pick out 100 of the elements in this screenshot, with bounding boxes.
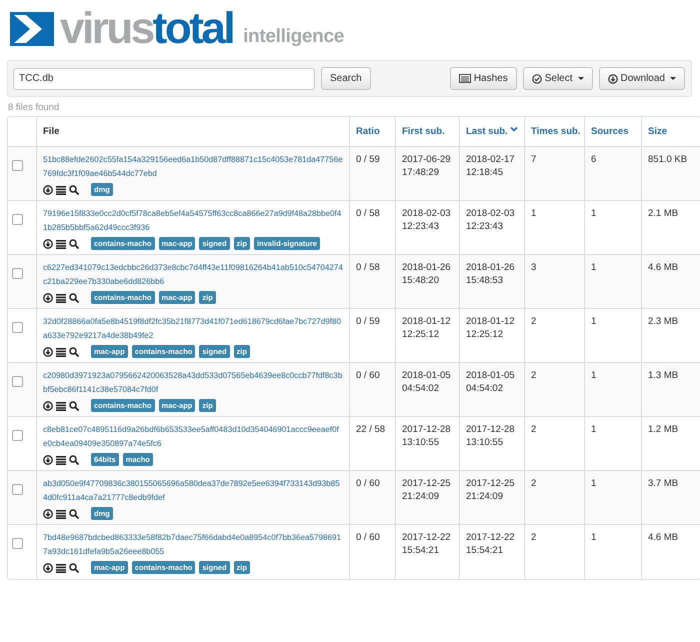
download-icon	[43, 508, 53, 518]
column-header[interactable]: Sources	[591, 126, 628, 137]
table-cell: 2017-12-22 15:54:21	[466, 531, 515, 557]
table-cell: 2018-02-03 12:23:43	[466, 207, 515, 233]
file-hash-link[interactable]: 79196e15f833e0cc2d0cf5f78ca8eb5ef4a54575ff63cc8ca866e27a9d9f48a28bbe0f41b285b5bbf5a62d49ccc3f936	[43, 207, 343, 235]
table-cell: 1	[591, 369, 596, 382]
table-cell: 1	[591, 477, 596, 490]
table-cell: 2	[531, 315, 536, 328]
search-icon	[69, 508, 79, 518]
file-hash-link[interactable]: c8eb81ce07c4895116d9a26bdf6b653533ee5aff0483d10d354046901accc9eeaef0fe0cb4ea09409e350897a74e5fc6	[43, 423, 343, 451]
table-cell: 2018-01-12 12:25:12	[402, 315, 451, 341]
table-cell: 2	[531, 531, 536, 544]
search-icon	[69, 454, 79, 464]
table-cell: 2017-12-25 21:24:09	[402, 477, 451, 503]
list-icon	[56, 238, 66, 248]
search-icon	[69, 184, 79, 194]
file-hash-link[interactable]: 7bd48e9687bdcbed863333e58f82b7daec75f66dabd4e0a8954c0f7bb36ea57986917a93dc161dfefa9b5a26eee8b055	[43, 531, 343, 559]
table-cell: 22 / 58	[356, 423, 386, 436]
table-cell: 2018-01-05 04:54:02	[466, 369, 515, 395]
download-icon	[43, 400, 53, 410]
row-checkbox[interactable]	[12, 538, 23, 549]
table-cell: 1	[591, 531, 596, 544]
table-cell: 2017-12-28 13:10:55	[466, 423, 515, 449]
table-cell: 2	[531, 423, 536, 436]
table-cell: 1	[591, 261, 596, 274]
table-cell: 0 / 58	[356, 207, 380, 220]
table-cell: 1	[531, 207, 536, 220]
table-icon	[458, 73, 471, 84]
table-cell: 2018-01-26 15:48:53	[466, 261, 515, 287]
table-cell: 4.6 MB	[648, 531, 678, 544]
row-checkbox[interactable]	[12, 160, 23, 171]
search-button[interactable]: Search	[321, 67, 371, 90]
table-cell: 2017-12-25 21:24:09	[466, 477, 515, 503]
list-icon	[56, 184, 66, 194]
download-icon	[43, 454, 53, 464]
list-icon	[56, 292, 66, 302]
logo-text-virus: virus	[60, 10, 153, 48]
file-hash-link[interactable]: c6227ed341079c13edcbbc26d373e8cbc7d4ff43e11f09816264b41ab510c54704274c21ba229ee7b330abe6dd826bb6	[43, 261, 343, 289]
list-icon	[56, 346, 66, 356]
file-hash-link[interactable]: ab3d050e9f47709836c380155065696a580dea37de7892e5ee6394f733143d93b854d0fc911a4ca7a21777c8edb9fdef	[43, 477, 343, 505]
hashes-button[interactable]: Hashes	[450, 67, 517, 90]
table-cell: 1.2 MB	[648, 423, 678, 436]
table-cell: 2018-01-26 15:48:20	[402, 261, 451, 287]
table-cell: 851.0 KB	[648, 153, 688, 166]
table-cell: 0 / 60	[356, 531, 380, 544]
select-button[interactable]: Select	[522, 67, 593, 90]
table-cell: 3.7 MB	[648, 477, 678, 490]
table-cell: 0 / 59	[356, 153, 380, 166]
search-icon	[69, 400, 79, 410]
table-cell: 2017-12-22 15:54:21	[402, 531, 451, 557]
column-header[interactable]: Last sub.	[466, 126, 508, 137]
table-cell: 6	[591, 153, 596, 166]
list-icon	[56, 400, 66, 410]
list-icon	[56, 454, 66, 464]
column-header: File	[43, 126, 60, 137]
list-icon	[56, 508, 66, 518]
download-icon	[43, 184, 53, 194]
file-hash-link[interactable]: 51bc88efde2602c55fa154a329156eed6a1b50d87dff88871c15c4053e781da47756e769fdc3f1f09ae46b544dc77ebd	[43, 153, 343, 181]
column-header[interactable]: First sub.	[402, 126, 445, 137]
search-icon	[69, 346, 79, 356]
download-button[interactable]: Download	[598, 67, 685, 90]
download-icon	[43, 346, 53, 356]
column-header[interactable]: Size	[648, 126, 668, 137]
search-icon	[69, 292, 79, 302]
table-cell: 2017-12-28 13:10:55	[402, 423, 451, 449]
search-field[interactable]: TCC.db	[13, 68, 315, 90]
column-header[interactable]: Times sub.	[531, 126, 580, 137]
result-count: 8 files found	[8, 101, 60, 115]
table-cell: 0 / 60	[356, 477, 380, 490]
table-cell: 2018-01-12 12:25:12	[466, 315, 515, 341]
row-checkbox[interactable]	[12, 430, 23, 441]
row-checkbox[interactable]	[12, 322, 23, 333]
table-cell: 2018-01-05 04:54:02	[402, 369, 451, 395]
download-icon	[608, 74, 618, 84]
file-hash-link[interactable]: c20980d3971923a0795662420063528a43dd533d07565eb4639ee8c0ccb77fdf8c3bbf5ebc86f1141c38e57084c7fd0f	[43, 369, 343, 397]
table-cell: 0 / 59	[356, 315, 380, 328]
search-icon	[69, 562, 79, 572]
table-cell: 7	[531, 153, 536, 166]
list-icon	[56, 562, 66, 572]
download-icon	[43, 292, 53, 302]
caret-icon	[578, 77, 584, 80]
row-checkbox[interactable]	[12, 484, 23, 495]
table-cell: 0 / 60	[356, 369, 380, 382]
table-cell: 2	[531, 477, 536, 490]
column-header[interactable]: Ratio	[356, 126, 380, 137]
table-cell: 1	[591, 207, 596, 220]
table-cell: 2.1 MB	[648, 207, 678, 220]
caret-icon	[670, 77, 676, 80]
row-checkbox[interactable]	[12, 376, 23, 387]
row-checkbox[interactable]	[12, 268, 23, 279]
file-hash-link[interactable]: 32d0f28866a0fa5e8b4519f8df2fc35b21f8773d41f071ed618679cd6fae7bc727d9f80a633e792e9217a4de38b49fe2	[43, 315, 343, 343]
check-circle-icon	[532, 74, 542, 84]
search-icon	[69, 238, 79, 248]
table-cell: 1.3 MB	[648, 369, 678, 382]
table-cell: 0 / 58	[356, 261, 380, 274]
download-icon	[43, 238, 53, 248]
table-cell: 2.3 MB	[648, 315, 678, 328]
table-cell: 2017-06-29 17:48:29	[402, 153, 451, 179]
row-checkbox[interactable]	[12, 214, 23, 225]
download-icon	[43, 562, 53, 572]
